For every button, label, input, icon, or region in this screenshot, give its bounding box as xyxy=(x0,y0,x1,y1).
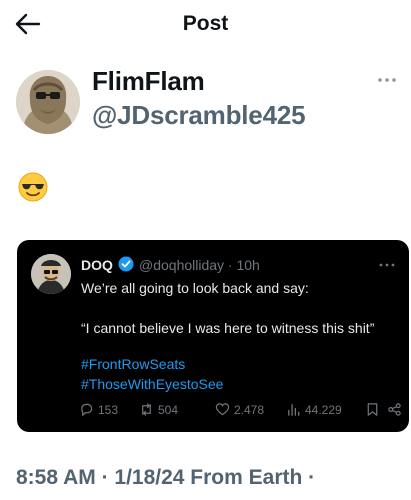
repost-count: 504 xyxy=(158,402,179,417)
quoted-post-card[interactable]: DOQ @doqholliday · 10h We’re all going t… xyxy=(17,240,409,432)
post-timestamp: 8:58 AM · 1/18/24 From Earth · xyxy=(16,466,316,489)
bookmark-icon xyxy=(367,403,378,416)
more-horizontal-icon xyxy=(378,78,396,82)
like-button[interactable]: 2.478 xyxy=(215,402,264,417)
quote-author-name[interactable]: DOQ xyxy=(81,257,113,273)
like-count: 2.478 xyxy=(234,402,265,417)
sunglasses-emoji-icon xyxy=(18,172,48,202)
hashtag-link[interactable]: #ThoseWithEyestoSee xyxy=(81,376,223,392)
quote-handle-time[interactable]: @doqholliday · 10h xyxy=(139,257,260,273)
author-display-name[interactable]: FlimFlam xyxy=(92,66,205,97)
quote-avatar-image xyxy=(31,254,71,294)
reply-icon xyxy=(81,403,93,417)
verified-badge-icon xyxy=(118,256,134,272)
avatar-image xyxy=(16,70,80,134)
top-app-bar: Post xyxy=(0,0,411,48)
repost-icon xyxy=(142,403,151,416)
reply-button[interactable]: 153 xyxy=(79,402,118,417)
quote-text-line: We’re all going to look back and say: xyxy=(81,280,309,296)
share-button[interactable] xyxy=(387,402,402,417)
views-icon xyxy=(288,404,300,416)
views-count: 44.229 xyxy=(305,402,342,417)
repost-button[interactable]: 504 xyxy=(139,402,178,417)
tweet-emoji: 😎 xyxy=(18,172,58,212)
heart-icon xyxy=(215,403,230,416)
bookmark-button[interactable] xyxy=(365,402,380,417)
author-avatar[interactable] xyxy=(16,70,80,134)
quote-avatar[interactable] xyxy=(31,254,71,294)
quote-text-line: “I cannot believe I was here to witness … xyxy=(81,320,375,336)
quote-more-button[interactable] xyxy=(379,255,395,270)
more-options-button[interactable] xyxy=(377,70,397,88)
views-button[interactable]: 44.229 xyxy=(286,402,342,417)
page-title: Post xyxy=(182,12,229,35)
reply-count: 153 xyxy=(98,402,119,417)
author-handle[interactable]: @JDscramble425 xyxy=(92,100,306,131)
quote-action-bar: 153 504 2.478 44.229 xyxy=(79,402,409,422)
hashtag-link[interactable]: #FrontRowSeats xyxy=(81,356,185,372)
share-icon xyxy=(388,403,401,416)
more-horizontal-icon xyxy=(379,263,395,267)
